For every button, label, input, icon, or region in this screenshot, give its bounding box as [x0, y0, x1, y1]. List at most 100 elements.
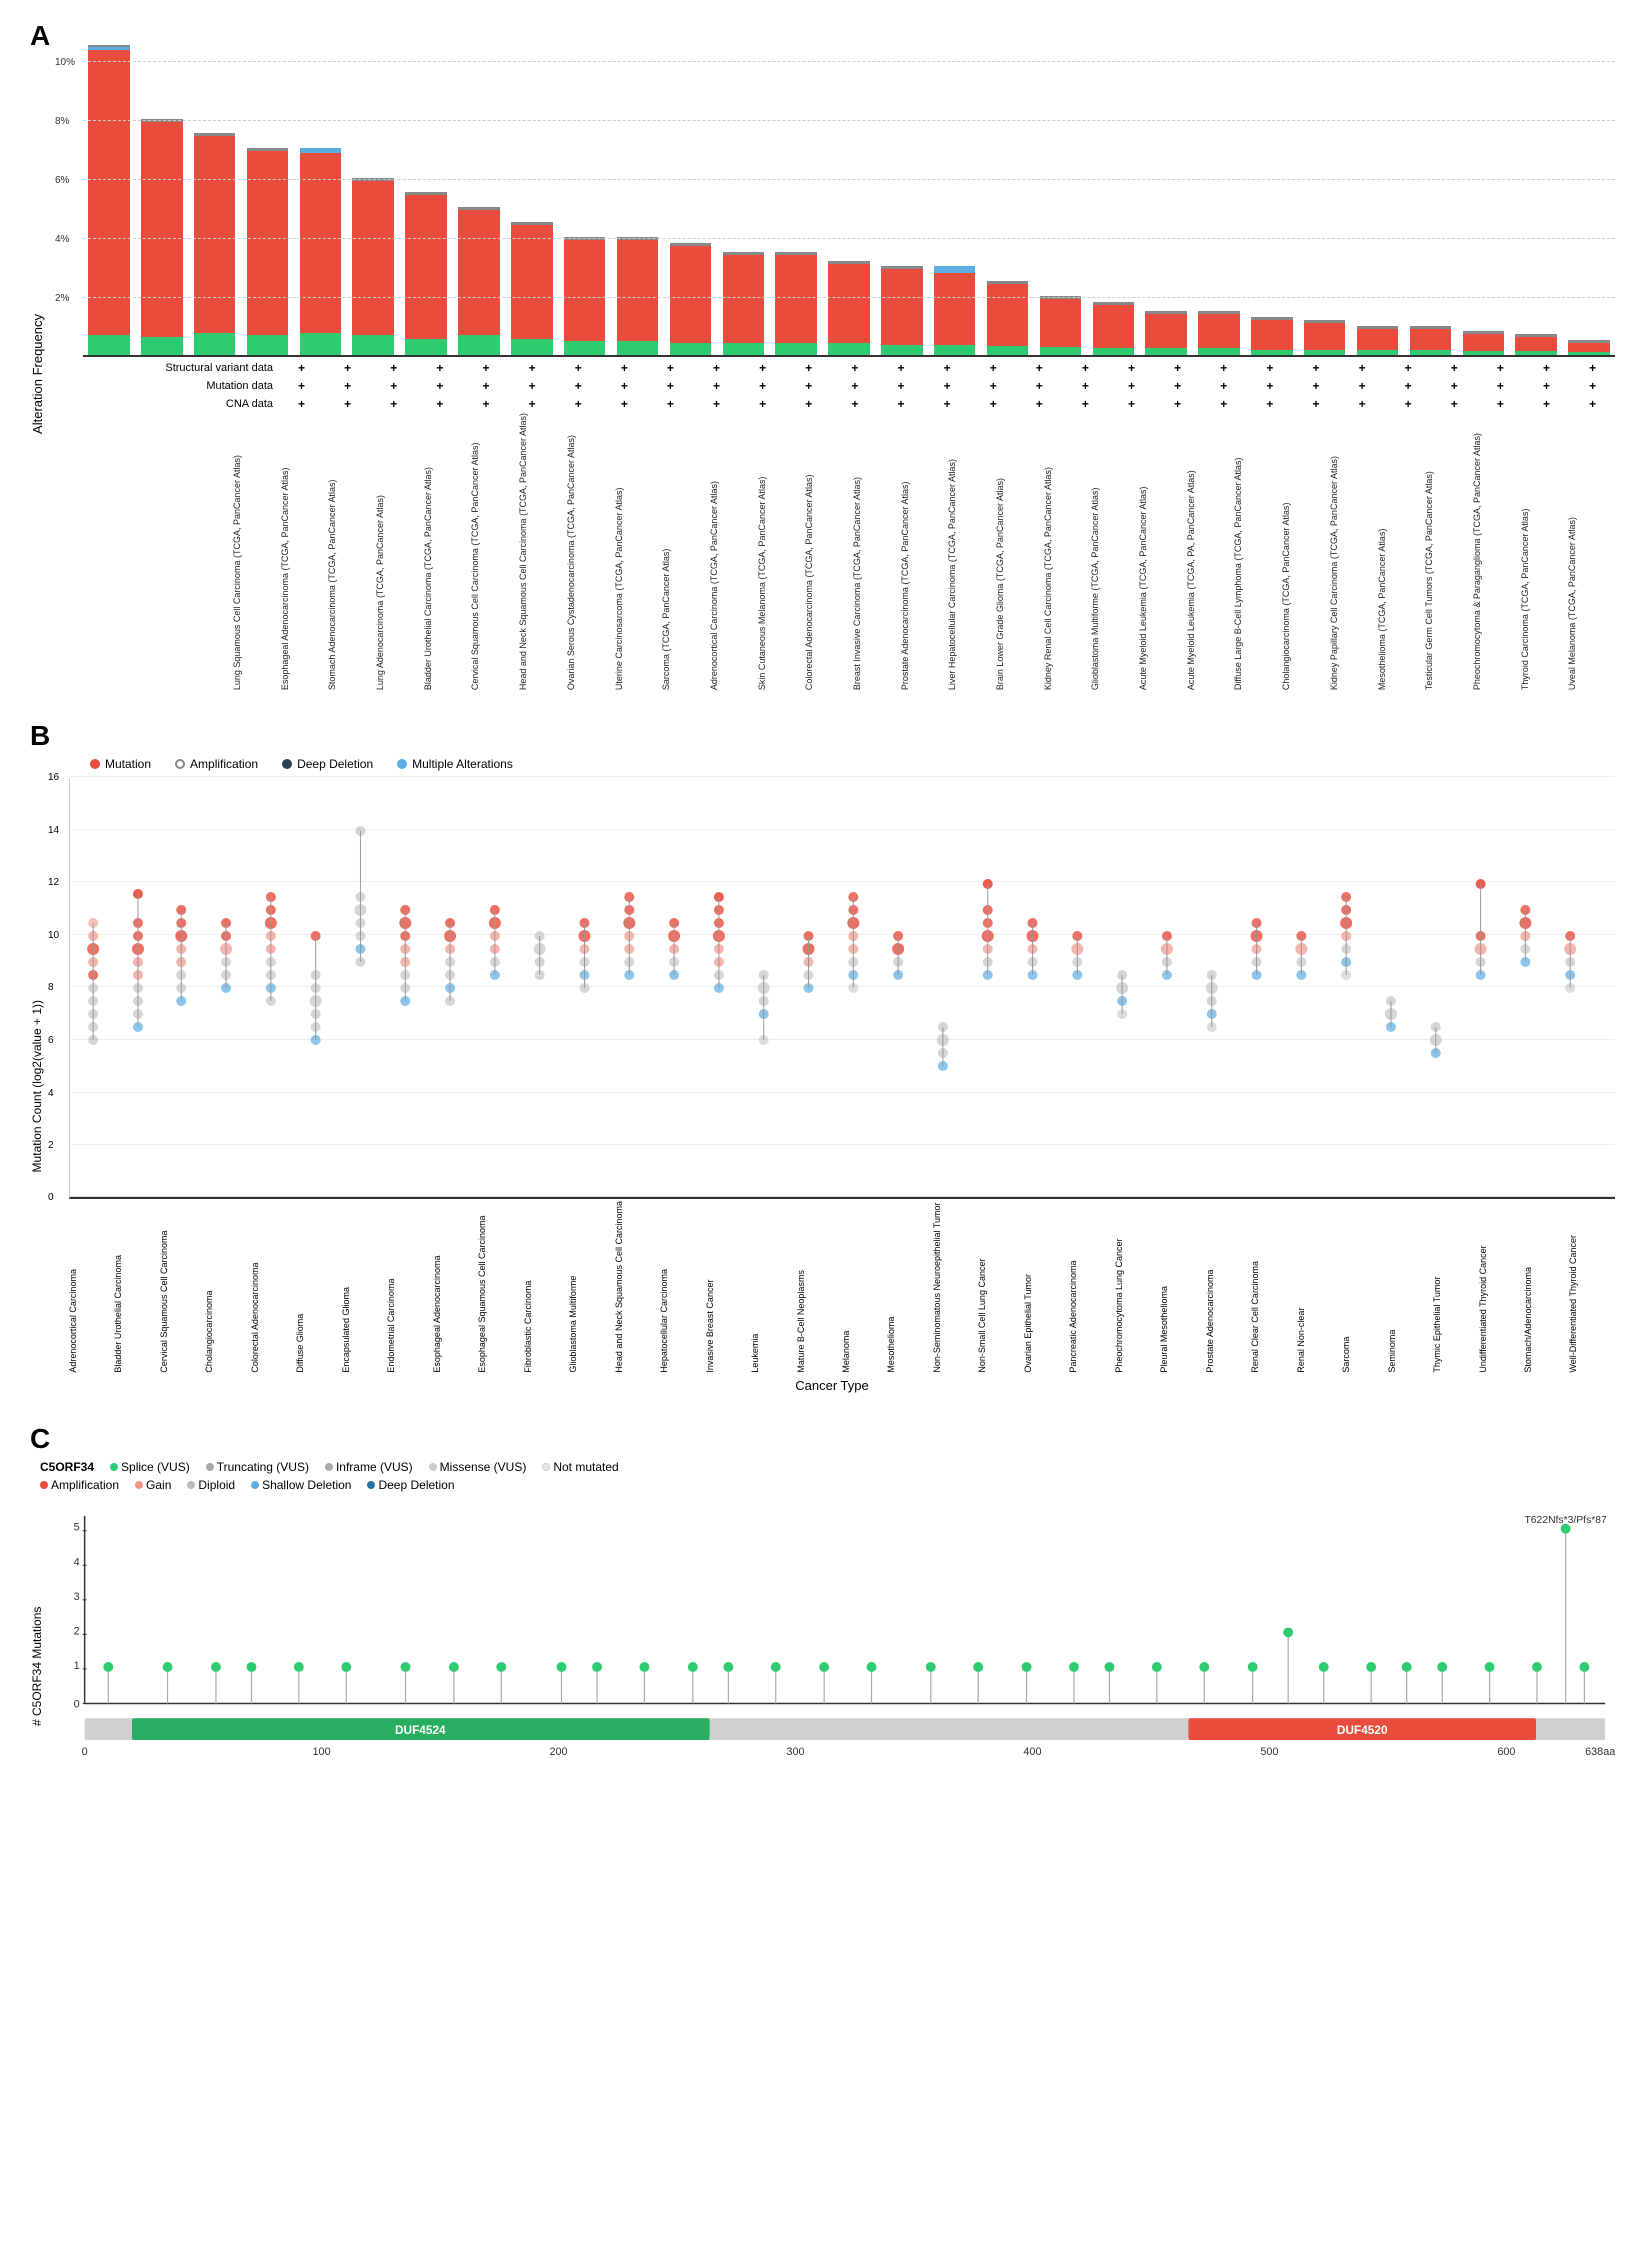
x-label-21: Acute Myeloid Leukemia (TCGA, PA, PanCan…	[1187, 413, 1234, 690]
scatter-col-12	[578, 918, 590, 993]
scatter-col-16	[758, 970, 770, 1045]
cna-data-label: CNA data	[123, 398, 273, 410]
x-label-3: Stomach Adenocarcinoma (TCGA, PanCancer …	[328, 413, 375, 690]
panel-a-x-labels: Lung Squamous Cell Carcinoma (TCGA, PanC…	[233, 413, 1615, 690]
panel-c: C C5ORF34 Splice (VUS) Truncating (VUS) …	[30, 1423, 1615, 1829]
x-label-9: Uterine Carcinosarcoma (TCGA, PanCancer …	[615, 413, 662, 690]
bar-19	[1034, 57, 1086, 355]
legend-item-shallow-deletion: Shallow Deletion	[251, 1478, 351, 1492]
shallow-deletion-dot	[251, 1481, 259, 1489]
legend-multiple-alterations: Multiple Alterations	[397, 757, 513, 771]
panel-b: B Mutation Amplification Deep Deletion M…	[30, 720, 1615, 1393]
bar-4	[242, 57, 294, 355]
bar-5	[294, 57, 346, 355]
legend-item-deep-deletion: Deep Deletion	[367, 1478, 454, 1492]
x-label-19: Glioblastoma Multiforme (TCGA, PanCancer…	[1091, 413, 1138, 690]
bar-12	[664, 57, 716, 355]
x-label-11: Adrenocortical Carcinoma (TCGA, PanCance…	[710, 413, 757, 690]
x-label-27: Pheochromocytoma & Paraganglioma (TCGA, …	[1473, 413, 1520, 690]
bar-13	[717, 57, 769, 355]
x-label-17: Brain Lower Grade Glioma (TCGA, PanCance…	[996, 413, 1043, 690]
scatter-col-22	[1027, 918, 1039, 980]
x-label-200: 200	[549, 1746, 567, 1758]
splice-dot	[110, 1463, 118, 1471]
x-label-23: Cholangiocarcinoma (TCGA, PanCancer Atla…	[1282, 413, 1329, 690]
b-x-label-25: Pleural Mesothelioma	[1160, 1201, 1205, 1373]
mutation-data-row: Mutation data ++++++++++++++++++++++++++…	[83, 379, 1615, 393]
x-label-638aa: 638aa	[1585, 1746, 1615, 1758]
inframe-dot	[325, 1463, 333, 1471]
bar-16	[876, 57, 928, 355]
lollipop-plot-area: 0 1 2 3 4 5 DUF45	[55, 1504, 1615, 1829]
x-label-14: Breast Invasive Carcinoma (TCGA, PanCanc…	[853, 413, 900, 690]
svg-text:0: 0	[74, 1698, 80, 1710]
x-label-20: Acute Myeloid Leukemia (TCGA, PanCancer …	[1139, 413, 1186, 690]
b-x-label-2: Bladder Urothelial Carcinoma	[114, 1201, 159, 1373]
panel-b-label: B	[30, 720, 1615, 752]
scatter-col-7	[354, 826, 366, 967]
legend-amplification: Amplification	[175, 757, 258, 771]
bar-20	[1087, 57, 1139, 355]
scatter-col-33	[1519, 905, 1531, 967]
panel-c-legend-row1: C5ORF34 Splice (VUS) Truncating (VUS) In…	[40, 1460, 1615, 1474]
b-x-label-29: Sarcoma	[1342, 1201, 1387, 1373]
cna-data-row: CNA data +++++++++++++++++++++++++++++	[83, 397, 1615, 411]
missense-dot	[429, 1463, 437, 1471]
b-x-label-5: Colorectal Adenocarcinoma	[251, 1201, 296, 1373]
b-x-label-24: Pheochromocytoma Lung Cancer	[1115, 1201, 1160, 1373]
bar-23	[1246, 57, 1298, 355]
b-x-label-1: Adrenocortical Carcinoma	[69, 1201, 114, 1373]
scatter-col-14	[668, 918, 680, 980]
panel-c-legend-row2: Amplification Gain Diploid Shallow Delet…	[40, 1478, 1615, 1492]
scatter-col-29	[1340, 892, 1352, 980]
b-x-label-17: Mature B-Cell Neoplasms	[797, 1201, 842, 1373]
scatter-col-31	[1430, 1022, 1442, 1058]
scatter-col-30	[1385, 996, 1397, 1032]
scatter-col-13	[623, 892, 635, 980]
truncating-dot	[206, 1463, 214, 1471]
scatter-col-9	[444, 918, 456, 1006]
x-label-18: Kidney Renal Cell Carcinoma (TCGA, PanCa…	[1044, 413, 1091, 690]
b-x-label-20: Non-Seminomatous Neuroepithelial Tumor	[933, 1201, 978, 1373]
x-label-8: Ovarian Serous Cystadenocarcinoma (TCGA,…	[567, 413, 614, 690]
panel-a-label: A	[30, 20, 1615, 52]
svg-text:4: 4	[74, 1556, 80, 1568]
legend-mutation: Mutation	[90, 757, 151, 771]
b-x-label-32: Undifferentiated Thyroid Cancer	[1479, 1201, 1524, 1373]
bar-29	[1563, 57, 1615, 355]
y-label-0: 0	[48, 1192, 54, 1203]
deep-deletion-legend-label: Deep Deletion	[297, 757, 373, 771]
y-label-14: 14	[48, 825, 59, 836]
x-label-6: Cervical Squamous Cell Carcinoma (TCGA, …	[471, 413, 518, 690]
multiple-alterations-legend-dot	[397, 759, 407, 769]
not-mutated-dot	[542, 1463, 550, 1471]
b-x-label-26: Prostate Adenocarcinoma	[1206, 1201, 1251, 1373]
scatter-col-26	[1206, 970, 1218, 1032]
figure-container: A Alteration Frequency 2% 4% 6% 8% 10	[0, 0, 1645, 1859]
b-x-label-13: Head and Neck Squamous Cell Carcinoma	[615, 1201, 660, 1373]
x-label-600: 600	[1497, 1746, 1515, 1758]
b-x-label-33: Stomach/Adenocarcinoma	[1524, 1201, 1569, 1373]
bar-28	[1510, 57, 1562, 355]
bar-10	[559, 57, 611, 355]
legend-deep-deletion: Deep Deletion	[282, 757, 373, 771]
legend-item-splice: Splice (VUS)	[110, 1460, 190, 1474]
b-x-label-28: Renal Non-clear	[1297, 1201, 1342, 1373]
x-label-1: Lung Squamous Cell Carcinoma (TCGA, PanC…	[233, 413, 280, 690]
x-label-16: Liver Hepatocellular Carcinoma (TCGA, Pa…	[948, 413, 995, 690]
y-tick-8: 8%	[55, 116, 69, 127]
scatter-col-23	[1071, 931, 1083, 980]
bar-2	[136, 57, 188, 355]
bar-17	[929, 57, 981, 355]
panel-a: A Alteration Frequency 2% 4% 6% 8% 10	[30, 20, 1615, 690]
x-label-28: Thyroid Carcinoma (TCGA, PanCancer Atlas…	[1521, 413, 1568, 690]
bar-22	[1193, 57, 1245, 355]
y-label-8: 8	[48, 982, 54, 993]
multiple-alterations-legend-label: Multiple Alterations	[412, 757, 513, 771]
scatter-col-25	[1161, 931, 1173, 980]
amplification-legend-dot	[175, 759, 185, 769]
y-tick-10: 10%	[55, 57, 75, 68]
mutation-legend-label: Mutation	[105, 757, 151, 771]
x-label-2: Esophageal Adenocarcinoma (TCGA, PanCanc…	[281, 413, 328, 690]
scatter-col-20	[937, 1022, 949, 1071]
